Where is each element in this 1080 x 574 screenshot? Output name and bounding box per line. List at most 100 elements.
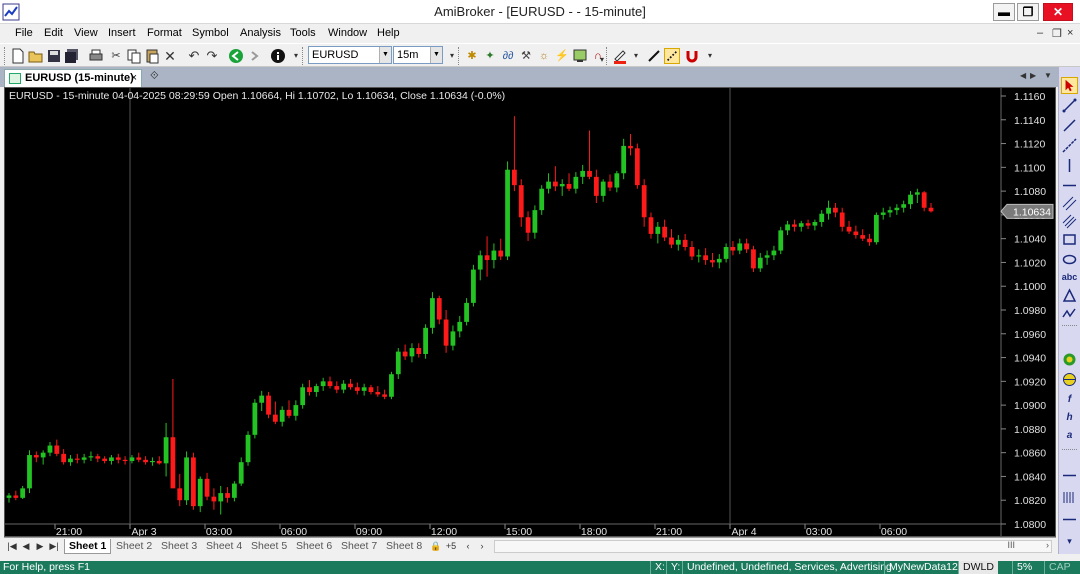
fibonacci-icon[interactable]: f: [1061, 391, 1078, 408]
sheet-tab-4[interactable]: Sheet 4: [202, 539, 246, 554]
triangle-icon[interactable]: [1061, 287, 1078, 304]
menu-symbol[interactable]: Symbol: [192, 27, 229, 39]
sheet-last-icon[interactable]: ▶|: [48, 539, 60, 553]
restore-button[interactable]: ❐: [1017, 3, 1039, 21]
formula-icon[interactable]: ∂∂: [500, 48, 516, 64]
forward-arrow-icon[interactable]: [246, 48, 262, 64]
sheet-tab-8[interactable]: Sheet 8: [382, 539, 426, 554]
chevron-down-icon[interactable]: ▼: [430, 47, 442, 63]
trendline-icon[interactable]: [1061, 97, 1078, 114]
sheet-tab-7[interactable]: Sheet 7: [337, 539, 381, 554]
sheet-first-icon[interactable]: |◀: [6, 539, 18, 553]
undo-icon[interactable]: ↶: [186, 48, 202, 64]
menu-format[interactable]: Format: [147, 27, 182, 39]
scroll-right-arrow-icon[interactable]: ›: [1046, 540, 1049, 550]
magnet-snap-icon[interactable]: [684, 48, 700, 64]
save-icon[interactable]: [46, 48, 62, 64]
cycle-icon[interactable]: [1061, 371, 1078, 388]
sheet-prev-icon[interactable]: ◀: [20, 539, 32, 553]
vertical-line-icon[interactable]: [1061, 157, 1078, 174]
rectangle-icon[interactable]: [1061, 231, 1078, 248]
menu-edit[interactable]: Edit: [44, 27, 63, 39]
tab-scroll-right-icon[interactable]: ▶: [1030, 71, 1036, 80]
channel-icon[interactable]: [1061, 213, 1078, 230]
menu-help[interactable]: Help: [377, 27, 400, 39]
toolbar-overflow-icon[interactable]: ▾: [702, 48, 718, 64]
new-document-icon[interactable]: [10, 48, 26, 64]
delete-icon[interactable]: ✕: [162, 48, 178, 64]
scroll-right-icon[interactable]: ›: [476, 539, 488, 553]
lock-icon[interactable]: 🔒: [430, 539, 442, 553]
symbol-combo[interactable]: EURUSD ▼: [308, 46, 392, 64]
horizontal-scrollbar[interactable]: III ›: [494, 540, 1052, 553]
sparkle-chart-icon[interactable]: ✱: [464, 48, 480, 64]
green-chart-icon[interactable]: ✦: [482, 48, 498, 64]
compass-icon[interactable]: [1061, 351, 1078, 368]
sheet-tab-5[interactable]: Sheet 5: [247, 539, 291, 554]
menu-tools[interactable]: Tools: [290, 27, 316, 39]
cut-icon[interactable]: ✂: [108, 48, 124, 64]
status-dwld-badge[interactable]: DWLD: [958, 561, 998, 574]
copy-icon[interactable]: [126, 48, 142, 64]
more-sheets-button[interactable]: +5: [444, 539, 458, 553]
chevron-down-icon[interactable]: ▾: [628, 48, 644, 64]
open-folder-icon[interactable]: [28, 48, 44, 64]
mdi-minimize-button[interactable]: –: [1037, 27, 1043, 39]
wand-icon[interactable]: ⚡: [554, 48, 570, 64]
doc-tab-eurusd[interactable]: EURUSD (15-minute) ×: [4, 69, 142, 87]
paste-icon[interactable]: [144, 48, 160, 64]
tab-scroll-left-icon[interactable]: ◀: [1020, 71, 1026, 80]
scan-icon[interactable]: ☼: [536, 48, 552, 64]
back-arrow-icon[interactable]: [228, 48, 244, 64]
toolbar-grip[interactable]: [4, 47, 7, 65]
sheet-tab-3[interactable]: Sheet 3: [157, 539, 201, 554]
menu-view[interactable]: View: [74, 27, 98, 39]
toolbar-overflow-icon[interactable]: ▾: [1061, 533, 1078, 550]
chart-pane[interactable]: 1.11601.11401.11201.11001.10801.10601.10…: [4, 87, 1056, 538]
account-icon[interactable]: [572, 48, 588, 64]
mdi-close-button[interactable]: ×: [1067, 27, 1073, 39]
tab-list-icon[interactable]: ▼: [1044, 71, 1052, 80]
analysis-icon[interactable]: ⚒: [518, 48, 534, 64]
draw-color-icon[interactable]: [612, 48, 628, 64]
menu-analysis[interactable]: Analysis: [240, 27, 281, 39]
close-tab-icon[interactable]: ×: [131, 70, 137, 86]
fib-arc-icon[interactable]: a: [1061, 427, 1078, 444]
chevron-down-icon[interactable]: ▼: [379, 47, 391, 63]
toolbar-grip[interactable]: [302, 47, 305, 65]
line-tool-icon[interactable]: [646, 48, 662, 64]
ellipse-icon[interactable]: [1061, 251, 1078, 268]
fib-timezones-icon[interactable]: h: [1061, 409, 1078, 426]
scroll-left-icon[interactable]: ‹: [462, 539, 474, 553]
menu-window[interactable]: Window: [328, 27, 367, 39]
redo-icon[interactable]: ↷: [204, 48, 220, 64]
mdi-restore-button[interactable]: ❐: [1052, 27, 1062, 40]
ray-icon[interactable]: [1061, 117, 1078, 134]
save-all-icon[interactable]: [64, 48, 80, 64]
sheet-tab-2[interactable]: Sheet 2: [112, 539, 156, 554]
menu-insert[interactable]: Insert: [108, 27, 136, 39]
toolbar-grip[interactable]: [606, 47, 609, 65]
scroll-thumb-grip-icon[interactable]: III: [1007, 540, 1015, 550]
zigzag-icon[interactable]: [1061, 305, 1078, 322]
info-icon[interactable]: [270, 48, 286, 64]
parallel-lines-icon[interactable]: [1061, 195, 1078, 212]
gann-square-icon[interactable]: [1061, 511, 1078, 528]
andrews-pitchfork-icon[interactable]: [1061, 467, 1078, 484]
text-tool-icon[interactable]: abc: [1061, 269, 1078, 286]
close-button[interactable]: ✕: [1043, 3, 1073, 21]
menu-file[interactable]: File: [15, 27, 33, 39]
print-icon[interactable]: [88, 48, 104, 64]
select-pointer-icon[interactable]: [1061, 77, 1078, 94]
horizontal-line-icon[interactable]: [1061, 177, 1078, 194]
sheet-tab-6[interactable]: Sheet 6: [292, 539, 336, 554]
minimize-button[interactable]: ▬: [993, 3, 1015, 21]
extended-line-icon[interactable]: [1061, 137, 1078, 154]
gann-fan-icon[interactable]: [1061, 489, 1078, 506]
interval-combo[interactable]: 15m ▼: [393, 46, 443, 64]
dotted-line-icon[interactable]: [664, 48, 680, 64]
candlestick-chart[interactable]: 1.11601.11401.11201.11001.10801.10601.10…: [5, 88, 1055, 538]
sheet-tab-1[interactable]: Sheet 1: [64, 539, 112, 554]
sheet-next-icon[interactable]: ▶: [34, 539, 46, 553]
toolbar-grip[interactable]: [458, 47, 461, 65]
